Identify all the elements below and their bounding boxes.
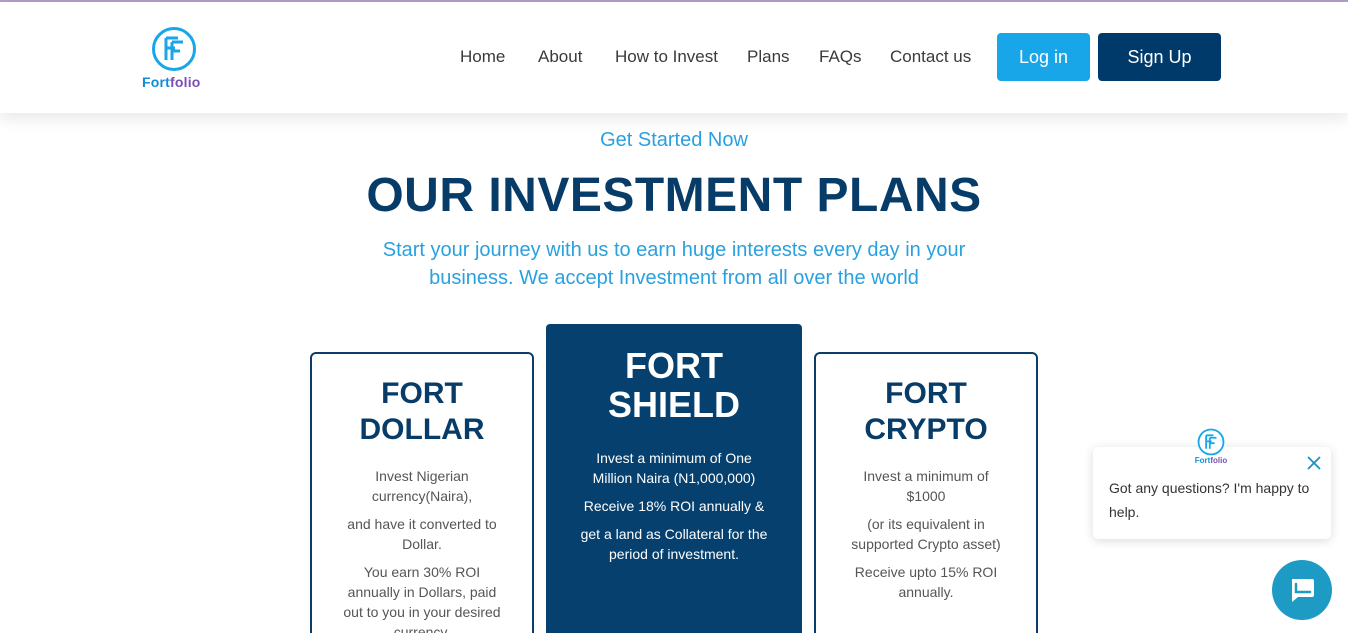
section-subtitle: Start your journey with us to earn huge …	[382, 239, 966, 289]
chat-avatar-brand: Fortfolio	[1186, 456, 1236, 465]
chat-avatar-part1: Fort	[1194, 456, 1211, 465]
plan-card-fort-dollar[interactable]: FORT DOLLAR Invest Nigerian currency(Nair…	[310, 352, 534, 633]
plan-description: Invest Nigerian currency(Naira), and hav…	[312, 466, 532, 633]
page-title: OUR INVESTMENT PLANS	[366, 169, 982, 222]
plan-card-fort-shield[interactable]: FORT SHIELD Invest a minimum of One Milli…	[546, 324, 802, 633]
brand-name-part1: Fort	[142, 74, 171, 90]
nav-how-to-invest[interactable]: How to Invest	[615, 47, 718, 67]
plan-title: FORT SHIELD	[546, 346, 802, 424]
plan-title-line2: SHIELD	[607, 384, 740, 425]
section-eyebrow: Get Started Now	[600, 129, 748, 151]
plan-title-line1: FORT	[381, 377, 463, 410]
chat-launcher-button[interactable]	[1272, 560, 1332, 620]
nav-about[interactable]: About	[538, 47, 582, 67]
plan-text: Receive upto 15% ROI annually.	[854, 564, 998, 600]
site-header: Fortfolio Home About How to Invest Plans…	[0, 2, 1348, 113]
close-icon[interactable]	[1306, 455, 1322, 471]
nav-home[interactable]: Home	[460, 47, 505, 67]
chat-avatar-part2: folio	[1210, 456, 1228, 465]
plan-text: (or its equivalent in supported Crypto a…	[851, 516, 1001, 552]
fortfolio-ff-logo-icon	[1197, 428, 1225, 456]
plan-text: and have it converted to Dollar.	[347, 516, 497, 552]
plan-description: Invest a minimum of One Million Naira (N…	[546, 448, 802, 564]
plan-text: get a land as Collateral for the period …	[580, 526, 768, 562]
plan-title-line2: CRYPTO	[864, 413, 988, 446]
plan-title-line2: DOLLAR	[359, 413, 485, 446]
brand-name-part2: folio	[170, 74, 201, 90]
brand-name: Fortfolio	[142, 74, 201, 90]
plan-text: Invest a minimum of $1000	[863, 468, 989, 504]
plan-title-line1: FORT	[885, 377, 967, 410]
plan-card-fort-crypto[interactable]: FORT CRYPTO Invest a minimum of $1000 (or…	[814, 352, 1038, 633]
nav-contact-us[interactable]: Contact us	[890, 47, 971, 67]
plan-text: Invest Nigerian currency(Naira),	[371, 468, 473, 504]
signup-button[interactable]: Sign Up	[1098, 33, 1221, 81]
nav-plans[interactable]: Plans	[747, 47, 790, 67]
nav-faqs[interactable]: FAQs	[819, 47, 862, 67]
chat-avatar: Fortfolio	[1186, 426, 1236, 468]
plan-description: Invest a minimum of $1000 (or its equiva…	[816, 466, 1036, 602]
plan-text: Invest a minimum of One Million Naira (N…	[592, 450, 756, 486]
login-button[interactable]: Log in	[997, 33, 1090, 81]
plan-title: FORT CRYPTO	[816, 376, 1036, 448]
fortfolio-ff-logo-icon	[152, 27, 196, 71]
chat-message: Got any questions? I'm happy to help.	[1109, 480, 1310, 520]
chat-bubble-icon	[1292, 579, 1314, 602]
plan-title: FORT DOLLAR	[312, 376, 532, 448]
plan-text: Receive 18% ROI annually &	[583, 498, 765, 514]
plan-text: You earn 30% ROI annually in Dollars, pa…	[343, 564, 501, 633]
brand-logo[interactable]: Fortfolio	[142, 26, 206, 92]
plan-title-line1: FORT	[625, 345, 723, 386]
